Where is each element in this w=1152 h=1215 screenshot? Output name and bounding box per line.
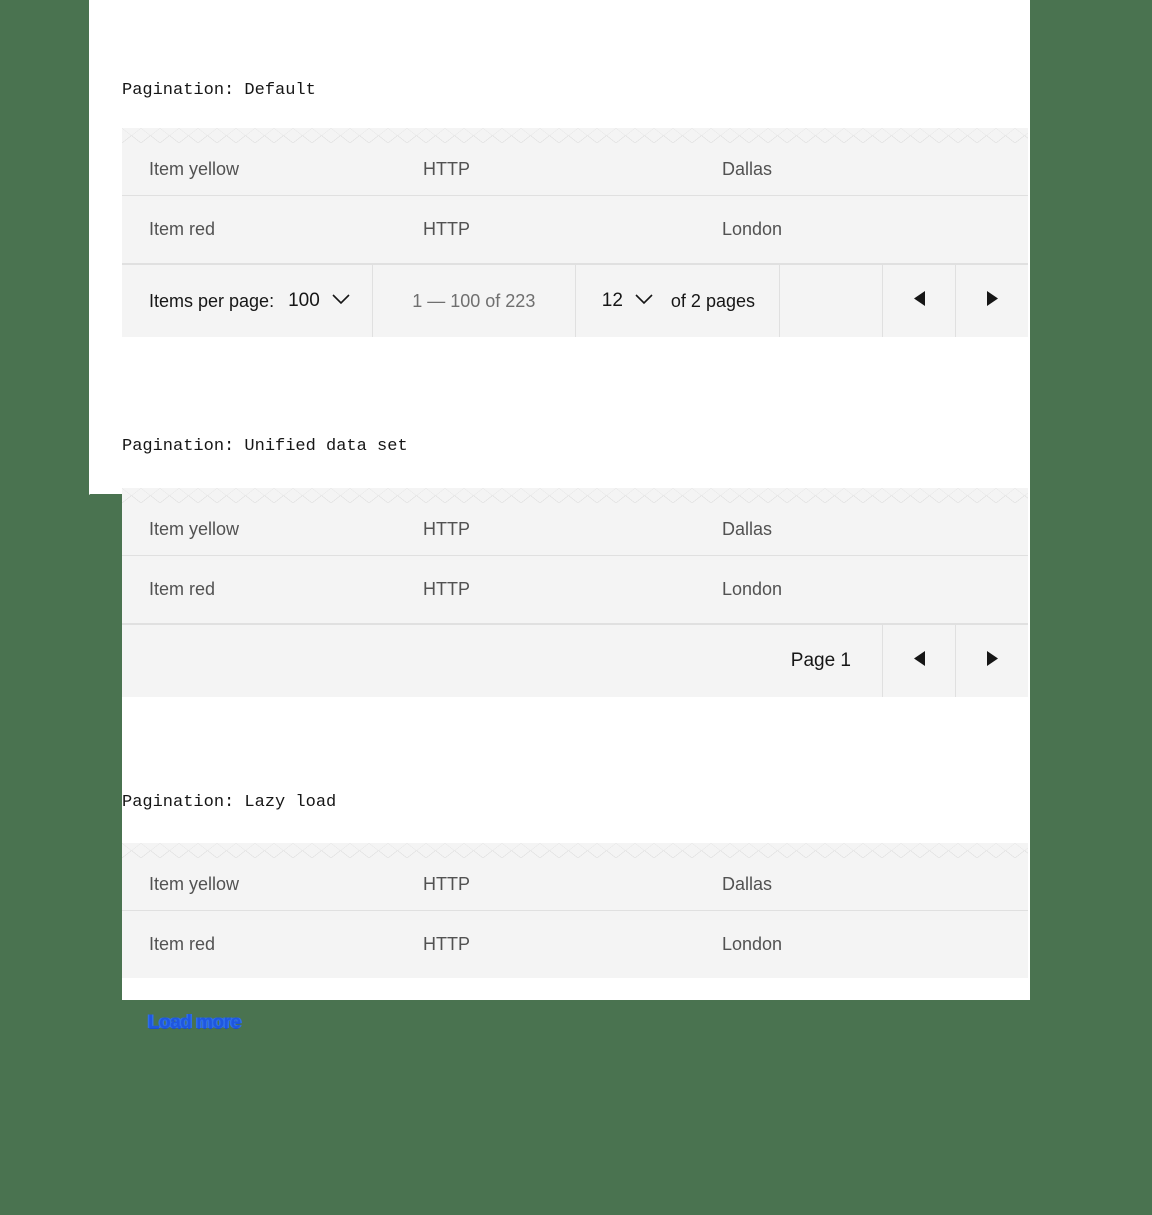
torn-edge-top [122,128,1028,143]
section-title-lazy-load: Pagination: Lazy load [122,793,337,812]
chevron-down-icon [635,292,653,310]
cell-name: Item yellow [149,158,240,179]
item-range-text: 1 — 100 of 223 [373,265,576,337]
items-per-page-group: Items per page: 100 [122,265,373,337]
caret-left-icon [913,290,926,312]
cell-name: Item yellow [149,873,240,894]
items-per-page-select[interactable]: 100 [288,290,350,312]
cell-protocol: HTTP [423,158,470,179]
cell-protocol: HTTP [423,873,470,894]
pagination-bar-default: Items per page: 100 1 — 100 of 223 12 of… [122,264,1028,337]
previous-page-button[interactable] [883,625,956,697]
page-number-select[interactable]: 12 [602,290,653,312]
torn-edge-line [122,128,1028,143]
torn-edge-line [122,843,1028,858]
chevron-down-icon [332,292,350,310]
cell-protocol: HTTP [423,934,470,954]
section-title-default: Pagination: Default [122,81,316,100]
cell-name: Item red [149,219,216,239]
load-more-button[interactable]: Load more [148,1012,241,1034]
next-page-button[interactable] [956,265,1028,337]
cell-city: London [722,579,783,599]
total-pages-label: of 2 pages [670,290,755,311]
table-row[interactable]: Item yellow HTTP Dallas [122,143,1028,196]
current-page-label: Page 1 [122,625,883,697]
pagination-spacer [780,265,883,337]
cell-city: Dallas [722,873,773,894]
caret-right-icon [986,650,999,672]
cell-protocol: HTTP [423,219,470,239]
cell-city: London [722,219,783,239]
caret-left-icon [913,650,926,672]
cell-name: Item yellow [149,518,240,539]
next-page-button[interactable] [956,625,1028,697]
pagination-bar-unified: Page 1 [122,624,1028,697]
page-number-value: 12 [601,290,623,311]
cell-protocol: HTTP [423,579,470,599]
cell-name: Item red [149,934,216,954]
torn-edge-top [122,843,1028,858]
items-per-page-value: 100 [288,290,320,311]
cell-city: Dallas [722,518,773,539]
torn-edge-top [122,488,1028,503]
page-number-group: 12 of 2 pages [576,265,780,337]
caret-right-icon [986,290,999,312]
pagination-table-unified: Item yellow HTTP Dallas Item red HTTP Lo… [122,488,1028,697]
cell-name: Item red [149,579,216,599]
cell-protocol: HTTP [423,518,470,539]
table-row[interactable]: Item yellow HTTP Dallas [122,858,1028,911]
cell-city: London [722,934,783,954]
torn-edge-line [122,488,1028,503]
pagination-table-default: Item yellow HTTP Dallas Item red HTTP Lo… [122,128,1028,337]
items-per-page-label: Items per page: [149,290,275,311]
table-row[interactable]: Item red HTTP London [122,911,1028,978]
cell-city: Dallas [722,158,773,179]
table-row[interactable]: Item yellow HTTP Dallas [122,503,1028,556]
pagination-table-lazy-load: Item yellow HTTP Dallas Item red HTTP Lo… [122,843,1028,978]
table-row[interactable]: Item red HTTP London [122,196,1028,264]
previous-page-button[interactable] [883,265,956,337]
section-title-unified: Pagination: Unified data set [122,437,408,456]
table-row[interactable]: Item red HTTP London [122,556,1028,624]
